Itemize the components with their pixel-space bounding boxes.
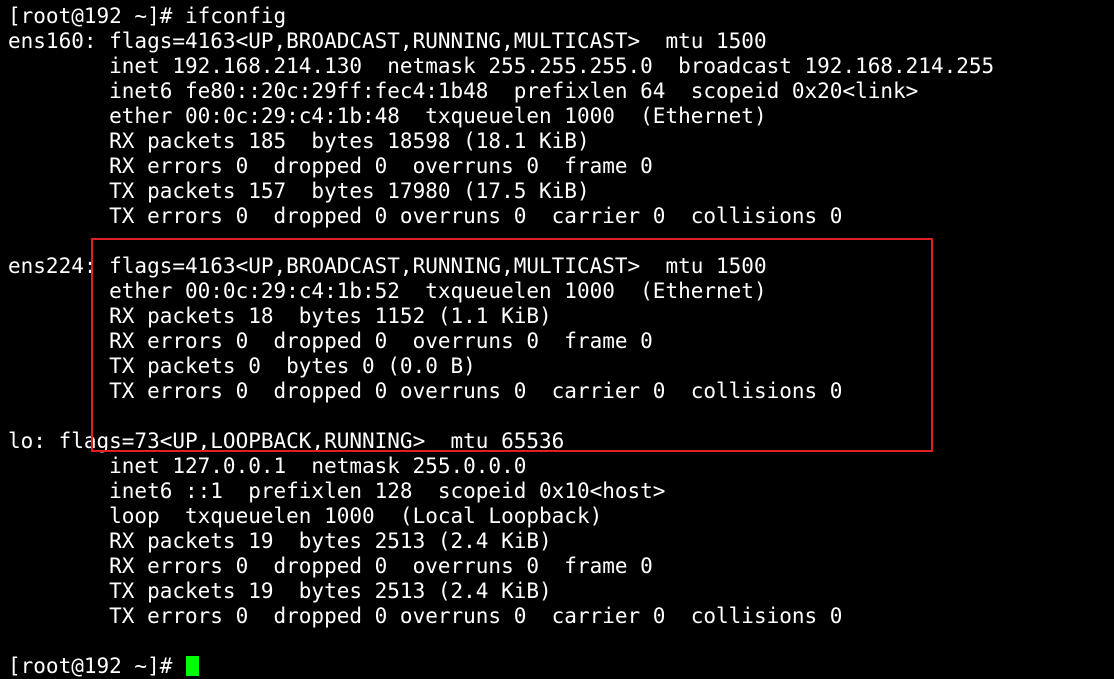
terminal-line: inet6 ::1 prefixlen 128 scopeid 0x10<hos…: [8, 479, 666, 503]
terminal-line: [root@192 ~]# ifconfig: [8, 4, 287, 28]
terminal-line: inet6 fe80::20c:29ff:fec4:1b48 prefixlen…: [8, 79, 919, 103]
terminal-window[interactable]: [root@192 ~]# ifconfig ens160: flags=416…: [0, 0, 1114, 678]
terminal-line: RX errors 0 dropped 0 overruns 0 frame 0: [8, 554, 653, 578]
terminal-line: ens160: flags=4163<UP,BROADCAST,RUNNING,…: [8, 29, 767, 53]
terminal-line: RX errors 0 dropped 0 overruns 0 frame 0: [8, 329, 653, 353]
terminal-line: TX packets 157 bytes 17980 (17.5 KiB): [8, 179, 590, 203]
terminal-line: loop txqueuelen 1000 (Local Loopback): [8, 504, 603, 528]
terminal-line: TX errors 0 dropped 0 overruns 0 carrier…: [8, 204, 843, 228]
terminal-line: TX errors 0 dropped 0 overruns 0 carrier…: [8, 604, 843, 628]
terminal-line: ens224: flags=4163<UP,BROADCAST,RUNNING,…: [8, 254, 767, 278]
terminal-line: TX errors 0 dropped 0 overruns 0 carrier…: [8, 379, 843, 403]
terminal-line: inet 192.168.214.130 netmask 255.255.255…: [8, 54, 995, 78]
terminal-line: TX packets 0 bytes 0 (0.0 B): [8, 354, 476, 378]
terminal-line: TX packets 19 bytes 2513 (2.4 KiB): [8, 579, 552, 603]
terminal-line: ether 00:0c:29:c4:1b:52 txqueuelen 1000 …: [8, 279, 767, 303]
text-cursor: [186, 656, 200, 676]
terminal-line: RX packets 18 bytes 1152 (1.1 KiB): [8, 304, 552, 328]
shell-prompt: [root@192 ~]#: [8, 654, 186, 678]
terminal-line: lo: flags=73<UP,LOOPBACK,RUNNING> mtu 65…: [8, 429, 565, 453]
terminal-line: RX errors 0 dropped 0 overruns 0 frame 0: [8, 154, 653, 178]
terminal-line: RX packets 185 bytes 18598 (18.1 KiB): [8, 129, 590, 153]
terminal-line: inet 127.0.0.1 netmask 255.0.0.0: [8, 454, 527, 478]
terminal-line: RX packets 19 bytes 2513 (2.4 KiB): [8, 529, 552, 553]
terminal-line: ether 00:0c:29:c4:1b:48 txqueuelen 1000 …: [8, 104, 767, 128]
terminal-prompt-line[interactable]: [root@192 ~]#: [8, 654, 200, 679]
